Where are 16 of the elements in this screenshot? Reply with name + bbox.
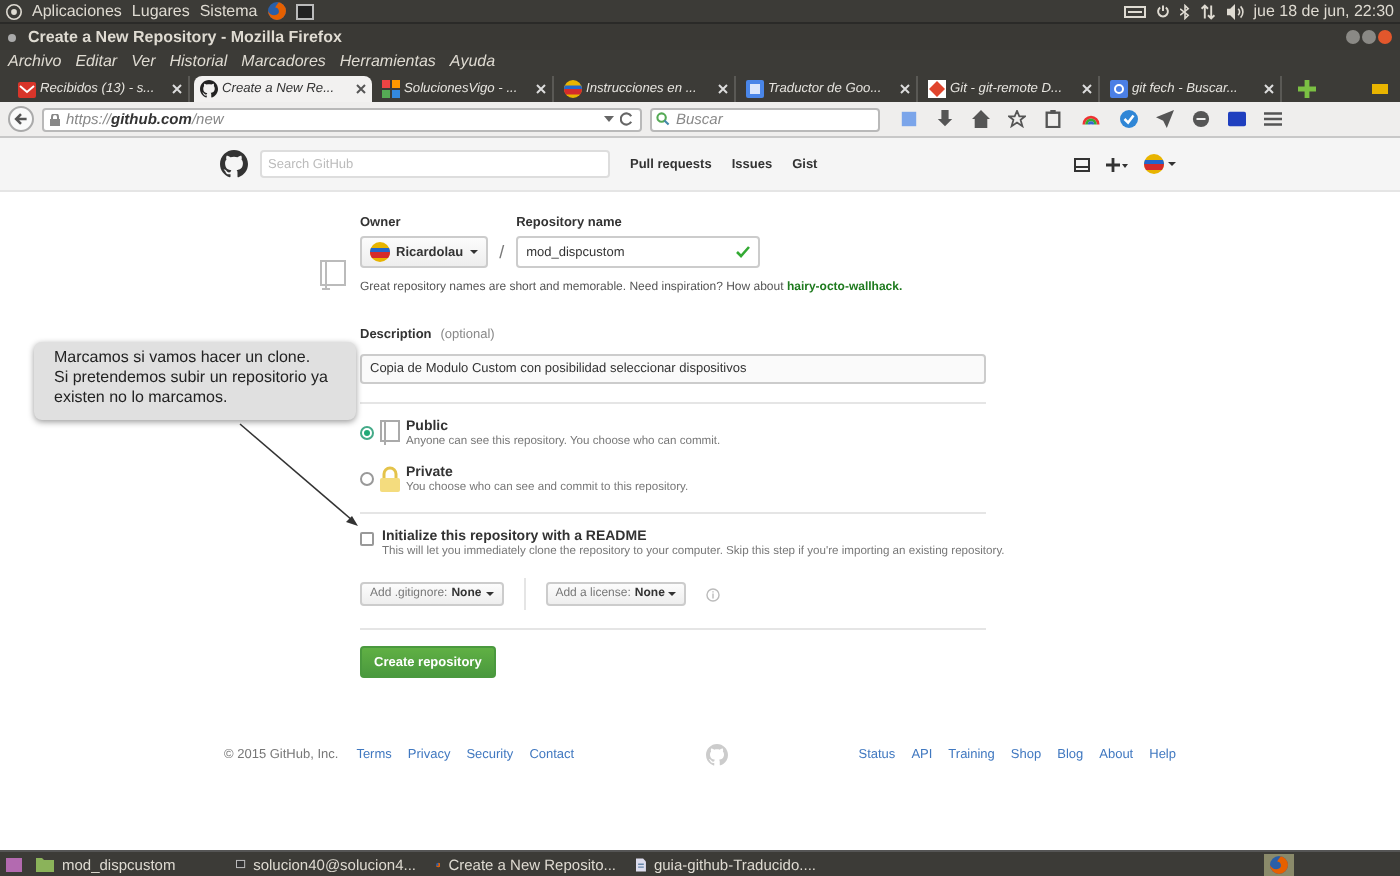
menu-item[interactable]: Marcadores — [241, 52, 326, 70]
menu-item[interactable]: Herramientas — [339, 52, 436, 70]
menu-item[interactable]: Archivo — [8, 52, 62, 70]
menu-item[interactable]: Editar — [75, 52, 118, 70]
clock[interactable]: jue 18 de jun, 22:30 — [1253, 2, 1394, 20]
window-title: Create a New Repository - Mozilla Firefox — [28, 28, 342, 46]
panel-menu[interactable]: Aplicaciones — [32, 2, 122, 20]
callout-text: Marcamos si vamos hacer un clone. — [54, 348, 313, 368]
separator: / — [499, 242, 505, 266]
menu-item[interactable]: Ver — [131, 52, 156, 70]
menu-item[interactable]: Historial — [169, 52, 228, 70]
callout-text: Si pretendemos subir un repositorio ya — [54, 368, 330, 388]
panel-menu[interactable]: Sistema — [199, 2, 258, 20]
panel-menu[interactable]: Lugares — [131, 2, 190, 20]
callout-text: existen no lo marcamos. — [54, 388, 230, 408]
menu-item[interactable]: Ayuda — [449, 52, 496, 70]
